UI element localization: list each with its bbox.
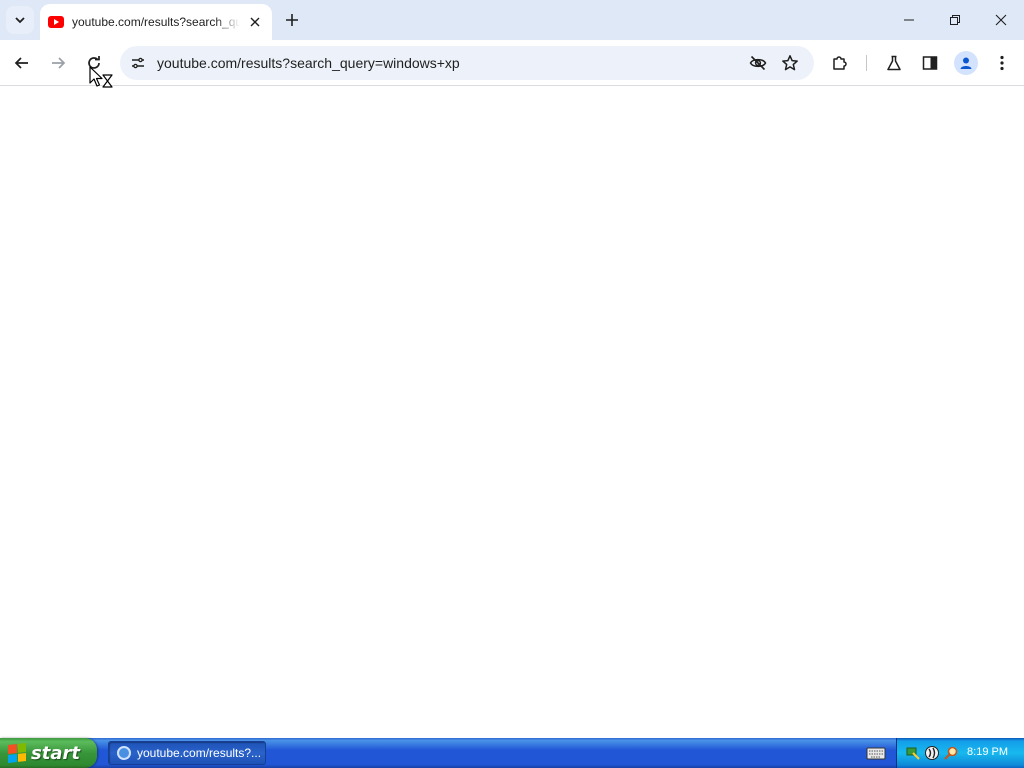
- profile-button[interactable]: [954, 51, 978, 75]
- side-panel-button[interactable]: [914, 47, 946, 79]
- search-icon[interactable]: [943, 745, 959, 761]
- youtube-favicon-icon: [48, 16, 64, 28]
- labs-button[interactable]: [878, 47, 910, 79]
- close-icon: [250, 17, 260, 27]
- start-button[interactable]: start: [0, 738, 97, 768]
- person-icon: [960, 57, 972, 69]
- back-arrow-icon: [14, 57, 28, 69]
- taskbar-window-button[interactable]: youtube.com/results?...: [108, 741, 266, 765]
- tab-strip: youtube.com/results?search_query=windows…: [0, 0, 1024, 40]
- browser-menu-button[interactable]: [986, 47, 1018, 79]
- minimize-button[interactable]: [886, 0, 932, 40]
- taskbar-window-label: youtube.com/results?...: [137, 746, 262, 760]
- network-icon[interactable]: [905, 745, 921, 761]
- busy-cursor-icon: [89, 66, 113, 88]
- puzzle-icon: [833, 56, 847, 70]
- close-window-button[interactable]: [978, 0, 1024, 40]
- volume-icon[interactable]: [924, 745, 940, 761]
- star-icon: [782, 55, 798, 71]
- address-bar-url[interactable]: youtube.com/results?search_query=windows…: [157, 55, 460, 71]
- side-panel-icon: [922, 56, 938, 70]
- chrome-icon: [117, 746, 131, 760]
- address-bar[interactable]: youtube.com/results?search_query=windows…: [120, 46, 814, 80]
- tracking-protection-button[interactable]: [746, 51, 770, 75]
- restore-button[interactable]: [932, 0, 978, 40]
- system-tray: 8:19 PM: [896, 738, 1024, 768]
- flask-icon: [887, 55, 901, 71]
- tab-active[interactable]: youtube.com/results?search_query=windows…: [40, 4, 272, 40]
- chevron-down-icon: [15, 17, 25, 24]
- clock[interactable]: 8:19 PM: [967, 746, 1008, 758]
- windows-flag-icon: [8, 743, 26, 763]
- tab-search-button[interactable]: [6, 6, 34, 34]
- forward-arrow-icon: [52, 57, 66, 69]
- tune-icon: [132, 57, 144, 69]
- site-info-button[interactable]: [126, 51, 150, 75]
- start-label: start: [31, 742, 80, 764]
- new-tab-button[interactable]: [280, 8, 304, 32]
- browser-toolbar: youtube.com/results?search_query=windows…: [0, 40, 1024, 86]
- minimize-icon: [904, 19, 914, 21]
- page-content: [0, 87, 1024, 738]
- toolbar-separator: [866, 55, 867, 71]
- bookmark-button[interactable]: [778, 51, 802, 75]
- kebab-menu-icon: [1000, 55, 1004, 71]
- taskbar: start youtube.com/results?... 8:19 PM: [0, 738, 1024, 768]
- tab-close-button[interactable]: [246, 13, 264, 31]
- tab-title: youtube.com/results?search_query=windows…: [72, 15, 240, 29]
- back-button[interactable]: [6, 47, 38, 79]
- eye-slash-icon: [749, 55, 767, 71]
- plus-icon: [286, 14, 298, 26]
- keyboard-icon[interactable]: [866, 746, 886, 760]
- extensions-button[interactable]: [824, 47, 856, 79]
- close-icon: [995, 14, 1007, 26]
- forward-button[interactable]: [42, 47, 74, 79]
- restore-icon: [950, 15, 960, 25]
